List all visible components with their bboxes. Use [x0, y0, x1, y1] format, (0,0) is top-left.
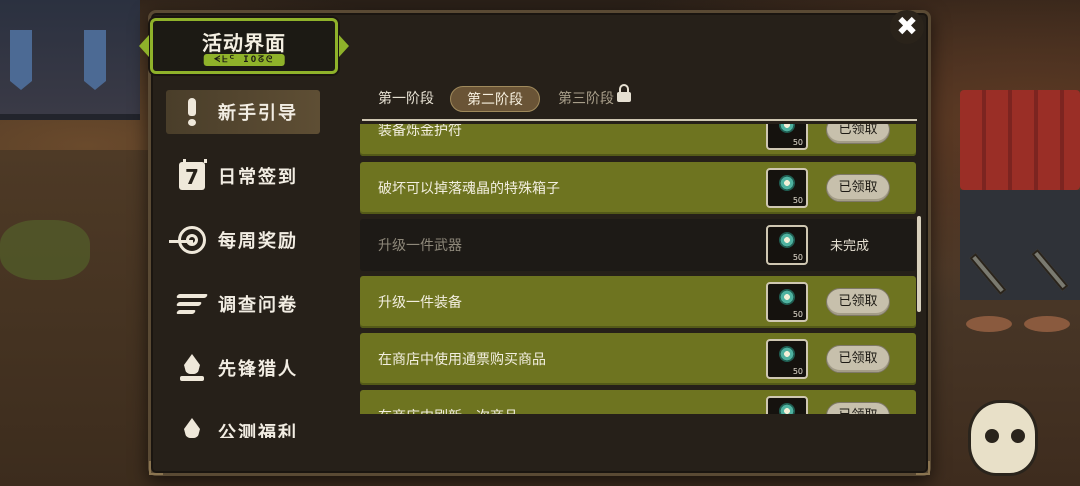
scrollbar-thumb[interactable]: [917, 216, 921, 312]
claimed-button[interactable]: 已领取: [826, 288, 890, 316]
tab-divider: [362, 119, 917, 121]
task-description: 在商店中刷新一次商品: [378, 406, 518, 414]
campfire-icon: [174, 350, 210, 386]
background-house-roof: [960, 90, 1080, 190]
close-button[interactable]: ✖: [890, 10, 924, 44]
claimed-button[interactable]: 已领取: [826, 345, 890, 373]
reward-slot[interactable]: 50: [766, 168, 808, 208]
skull-eye: [985, 429, 999, 443]
tab-stage-3[interactable]: 第三阶段: [554, 86, 618, 112]
sidebar-item-label: 日常签到: [218, 167, 298, 188]
sidebar-item-label: 每周奖励: [218, 231, 298, 252]
background-ground: [0, 150, 160, 486]
task-description: 破坏可以掉落魂晶的特殊箱子: [378, 181, 560, 197]
reward-count: 50: [792, 138, 803, 147]
soul-crystal-coin-icon: [779, 175, 795, 191]
claimed-button[interactable]: 已领取: [826, 402, 890, 414]
title-plate: 活动界面 ᗕᖶᑦ IOᘔᘓ: [150, 18, 338, 74]
soul-crystal-coin-icon: [779, 232, 795, 248]
claimed-button[interactable]: 已领取: [826, 124, 890, 144]
background-banner: [84, 30, 106, 90]
task-row: 破坏可以掉落魂晶的特殊箱子 50 已领取: [360, 162, 916, 214]
task-description: 在商店中使用通票购买商品: [378, 352, 546, 368]
sidebar-item-label: 新手引导: [218, 103, 298, 124]
reward-count: 50: [792, 310, 803, 319]
background-banner: [10, 30, 32, 90]
panel-corner-ornament: [149, 461, 163, 475]
skull-character-avatar: [968, 400, 1038, 476]
reward-slot[interactable]: 50: [766, 339, 808, 379]
tab-stage-1[interactable]: 第一阶段: [374, 86, 438, 112]
calendar-icon: 7: [174, 158, 210, 194]
sidebar-item-survey[interactable]: 调查问卷: [166, 282, 320, 326]
target-arrow-icon: [169, 222, 210, 258]
sidebar-item-label: 公测福利: [218, 423, 298, 438]
reward-count: 50: [792, 196, 803, 205]
title-subtitle-runes: ᗕᖶᑦ IOᘔᘓ: [203, 54, 285, 66]
reward-slot[interactable]: 50: [766, 225, 808, 265]
reward-slot[interactable]: 50: [766, 282, 808, 322]
reward-slot[interactable]: 50: [766, 124, 808, 150]
claimed-button[interactable]: 已领取: [826, 174, 890, 202]
task-row: 升级一件装备 50 已领取: [360, 276, 916, 328]
task-row: 在商店中使用通票购买商品 50 已领取: [360, 333, 916, 385]
sidebar-item-weekly-reward[interactable]: 每周奖励: [166, 218, 320, 262]
sidebar-item-label: 调查问卷: [218, 295, 298, 316]
soul-crystal-coin-icon: [779, 124, 795, 133]
sidebar-item-label: 先锋猎人: [218, 359, 298, 380]
task-description: 装备烁金护符: [378, 124, 462, 139]
stage-tabs: 第一阶段 第二阶段 第三阶段: [362, 84, 917, 120]
task-description: 升级一件装备: [378, 295, 462, 311]
reward-count: 50: [792, 253, 803, 262]
panel-corner-ornament: [916, 461, 930, 475]
task-row: 在商店中刷新一次商品 50 已领取: [360, 390, 916, 414]
wing-icon: [174, 286, 210, 322]
reward-count: 50: [792, 367, 803, 376]
background-stump: [1024, 316, 1070, 332]
tab-stage-2[interactable]: 第二阶段: [450, 86, 540, 112]
background-grass: [0, 220, 90, 280]
incomplete-status: 未完成: [830, 239, 870, 254]
reward-slot[interactable]: 50: [766, 396, 808, 414]
task-list[interactable]: 装备烁金护符 50 已领取 破坏可以掉落魂晶的特殊箱子 50 已领取 升级一件武…: [360, 124, 916, 414]
sidebar-item-newbie-guide[interactable]: 新手引导: [166, 90, 320, 134]
sidebar-item-beta-benefits[interactable]: 公测福利: [166, 410, 320, 438]
soul-crystal-coin-icon: [779, 403, 795, 414]
sidebar: 新手引导 7 日常签到 每周奖励 调查问卷 先锋猎人 公测福利: [160, 82, 330, 438]
skull-eye: [1011, 429, 1025, 443]
page-title: 活动界面: [202, 31, 286, 55]
task-description: 升级一件武器: [378, 238, 462, 254]
task-row: 装备烁金护符 50 已领取: [360, 124, 916, 156]
flame-icon: [174, 414, 210, 438]
lock-icon: [617, 84, 631, 102]
sidebar-item-vanguard-hunter[interactable]: 先锋猎人: [166, 346, 320, 390]
task-row: 升级一件武器 50 未完成: [360, 219, 916, 271]
background-stump: [966, 316, 1012, 332]
sidebar-item-daily-checkin[interactable]: 7 日常签到: [166, 154, 320, 198]
soul-crystal-coin-icon: [779, 289, 795, 305]
exclamation-icon: [174, 94, 210, 130]
soul-crystal-coin-icon: [779, 346, 795, 362]
